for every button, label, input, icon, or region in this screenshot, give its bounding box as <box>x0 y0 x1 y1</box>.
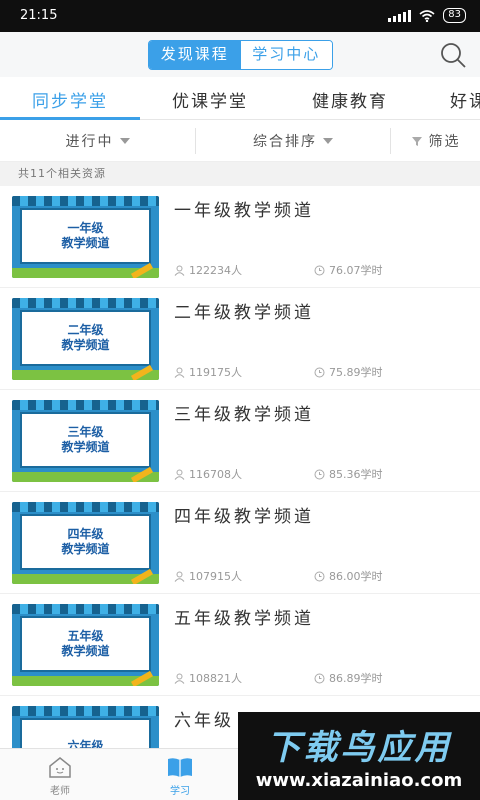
course-title: 六年级 <box>174 711 234 731</box>
thumbnail-text: 三年级 <box>67 425 104 439</box>
course-thumbnail: 四年级 教学频道 <box>12 502 159 584</box>
learner-count: 107915人 <box>174 568 242 584</box>
funnel-icon <box>411 137 422 146</box>
nav-study-label: 学习 <box>170 786 190 797</box>
person-icon <box>174 571 185 582</box>
watermark-logo: 下载鸟应用 www.xiazainiao.com <box>238 712 480 800</box>
segment-discover-courses[interactable]: 发现课程 <box>149 41 241 69</box>
learner-count: 108821人 <box>174 670 242 686</box>
tab-good-courses[interactable]: 好课 <box>450 87 480 112</box>
clock-icon <box>314 367 325 377</box>
wifi-icon <box>419 9 435 22</box>
course-hours-text: 75.89学时 <box>329 366 383 379</box>
course-hours: 75.89学时 <box>314 364 383 380</box>
thumbnail-text: 一年级 <box>67 221 104 235</box>
status-filter-label: 进行中 <box>65 134 114 150</box>
segment-study-center[interactable]: 学习中心 <box>240 41 332 69</box>
thumbnail-text: 教学频道 <box>61 236 110 250</box>
book-icon <box>168 758 192 777</box>
status-bar: 21:15 83 <box>0 0 480 32</box>
course-hours-text: 86.89学时 <box>329 672 383 685</box>
top-bar: 发现课程 学习中心 <box>0 32 480 77</box>
list-item[interactable]: 五年级 教学频道 五年级教学频道 108821人 86.89学时 <box>0 594 480 696</box>
learner-count-text: 107915人 <box>189 570 242 583</box>
nav-teacher-label: 老师 <box>50 786 70 797</box>
learner-count-text: 108821人 <box>189 672 242 685</box>
course-hours: 86.00学时 <box>314 568 383 584</box>
course-hours: 86.89学时 <box>314 670 383 686</box>
nav-study[interactable]: 学习 <box>150 755 210 797</box>
list-item[interactable]: 一年级 教学频道 一年级教学频道 122234人 76.07学时 <box>0 186 480 288</box>
course-hours-text: 85.36学时 <box>329 468 383 481</box>
thumbnail-text: 教学频道 <box>61 440 110 454</box>
thumbnail-text: 四年级 <box>67 527 104 541</box>
nav-teacher[interactable]: 老师 <box>30 755 90 797</box>
caret-down-icon <box>119 138 130 144</box>
thumbnail-text: 教学频道 <box>61 542 110 556</box>
search-icon[interactable] <box>438 40 468 70</box>
house-icon <box>49 757 71 778</box>
list-item[interactable]: 四年级 教学频道 四年级教学频道 107915人 86.00学时 <box>0 492 480 594</box>
list-item[interactable]: 三年级 教学频道 三年级教学频道 116708人 85.36学时 <box>0 390 480 492</box>
person-icon <box>174 469 185 480</box>
course-title: 四年级教学频道 <box>174 507 314 527</box>
thumbnail-text: 二年级 <box>67 323 104 337</box>
category-tabs: 同步学堂 优课学堂 健康教育 好课 <box>0 77 480 120</box>
learner-count-text: 122234人 <box>189 264 242 277</box>
tab-sync-classroom[interactable]: 同步学堂 <box>32 87 108 112</box>
screen-filter-label: 筛选 <box>428 134 461 150</box>
learner-count: 116708人 <box>174 466 242 482</box>
list-item[interactable]: 二年级 教学频道 二年级教学频道 119175人 75.89学时 <box>0 288 480 390</box>
course-thumbnail: 五年级 教学频道 <box>12 604 159 686</box>
course-hours: 85.36学时 <box>314 466 383 482</box>
course-title: 三年级教学频道 <box>174 405 314 425</box>
person-icon <box>174 367 185 378</box>
status-filter[interactable]: 进行中 <box>0 120 195 162</box>
sort-filter-label: 综合排序 <box>253 134 317 150</box>
learner-count-text: 119175人 <box>189 366 242 379</box>
course-thumbnail: 三年级 教学频道 <box>12 400 159 482</box>
signal-icon <box>388 9 412 22</box>
battery-icon: 83 <box>443 8 466 23</box>
result-count: 共11个相关资源 <box>0 162 480 186</box>
tab-health-education[interactable]: 健康教育 <box>312 87 388 112</box>
course-title: 五年级教学频道 <box>174 609 314 629</box>
learner-count: 122234人 <box>174 262 242 278</box>
clock-icon <box>314 469 325 479</box>
watermark-url: www.xiazainiao.com <box>255 770 463 791</box>
course-thumbnail: 一年级 教学频道 <box>12 196 159 278</box>
course-hours: 76.07学时 <box>314 262 383 278</box>
course-title: 一年级教学频道 <box>174 201 314 221</box>
course-thumbnail: 二年级 教学频道 <box>12 298 159 380</box>
clock-icon <box>314 571 325 581</box>
screen-filter[interactable]: 筛选 <box>391 120 480 162</box>
clock-icon <box>314 265 325 275</box>
person-icon <box>174 265 185 276</box>
status-icons: 83 <box>388 8 466 23</box>
learner-count-text: 116708人 <box>189 468 242 481</box>
course-hours-text: 86.00学时 <box>329 570 383 583</box>
course-title: 二年级教学频道 <box>174 303 314 323</box>
thumbnail-text: 五年级 <box>67 629 104 643</box>
sort-filter[interactable]: 综合排序 <box>196 120 390 162</box>
course-hours-text: 76.07学时 <box>329 264 383 277</box>
filter-bar: 进行中 综合排序 筛选 <box>0 120 480 162</box>
watermark-title: 下载鸟应用 <box>266 728 452 768</box>
clock-icon <box>314 673 325 683</box>
caret-down-icon <box>323 138 333 144</box>
person-icon <box>174 673 185 684</box>
tab-quality-classroom[interactable]: 优课学堂 <box>172 87 248 112</box>
thumbnail-text: 教学频道 <box>61 338 110 352</box>
status-time: 21:15 <box>20 8 58 23</box>
segment-control: 发现课程 学习中心 <box>148 40 333 70</box>
learner-count: 119175人 <box>174 364 242 380</box>
thumbnail-text: 教学频道 <box>61 644 110 658</box>
